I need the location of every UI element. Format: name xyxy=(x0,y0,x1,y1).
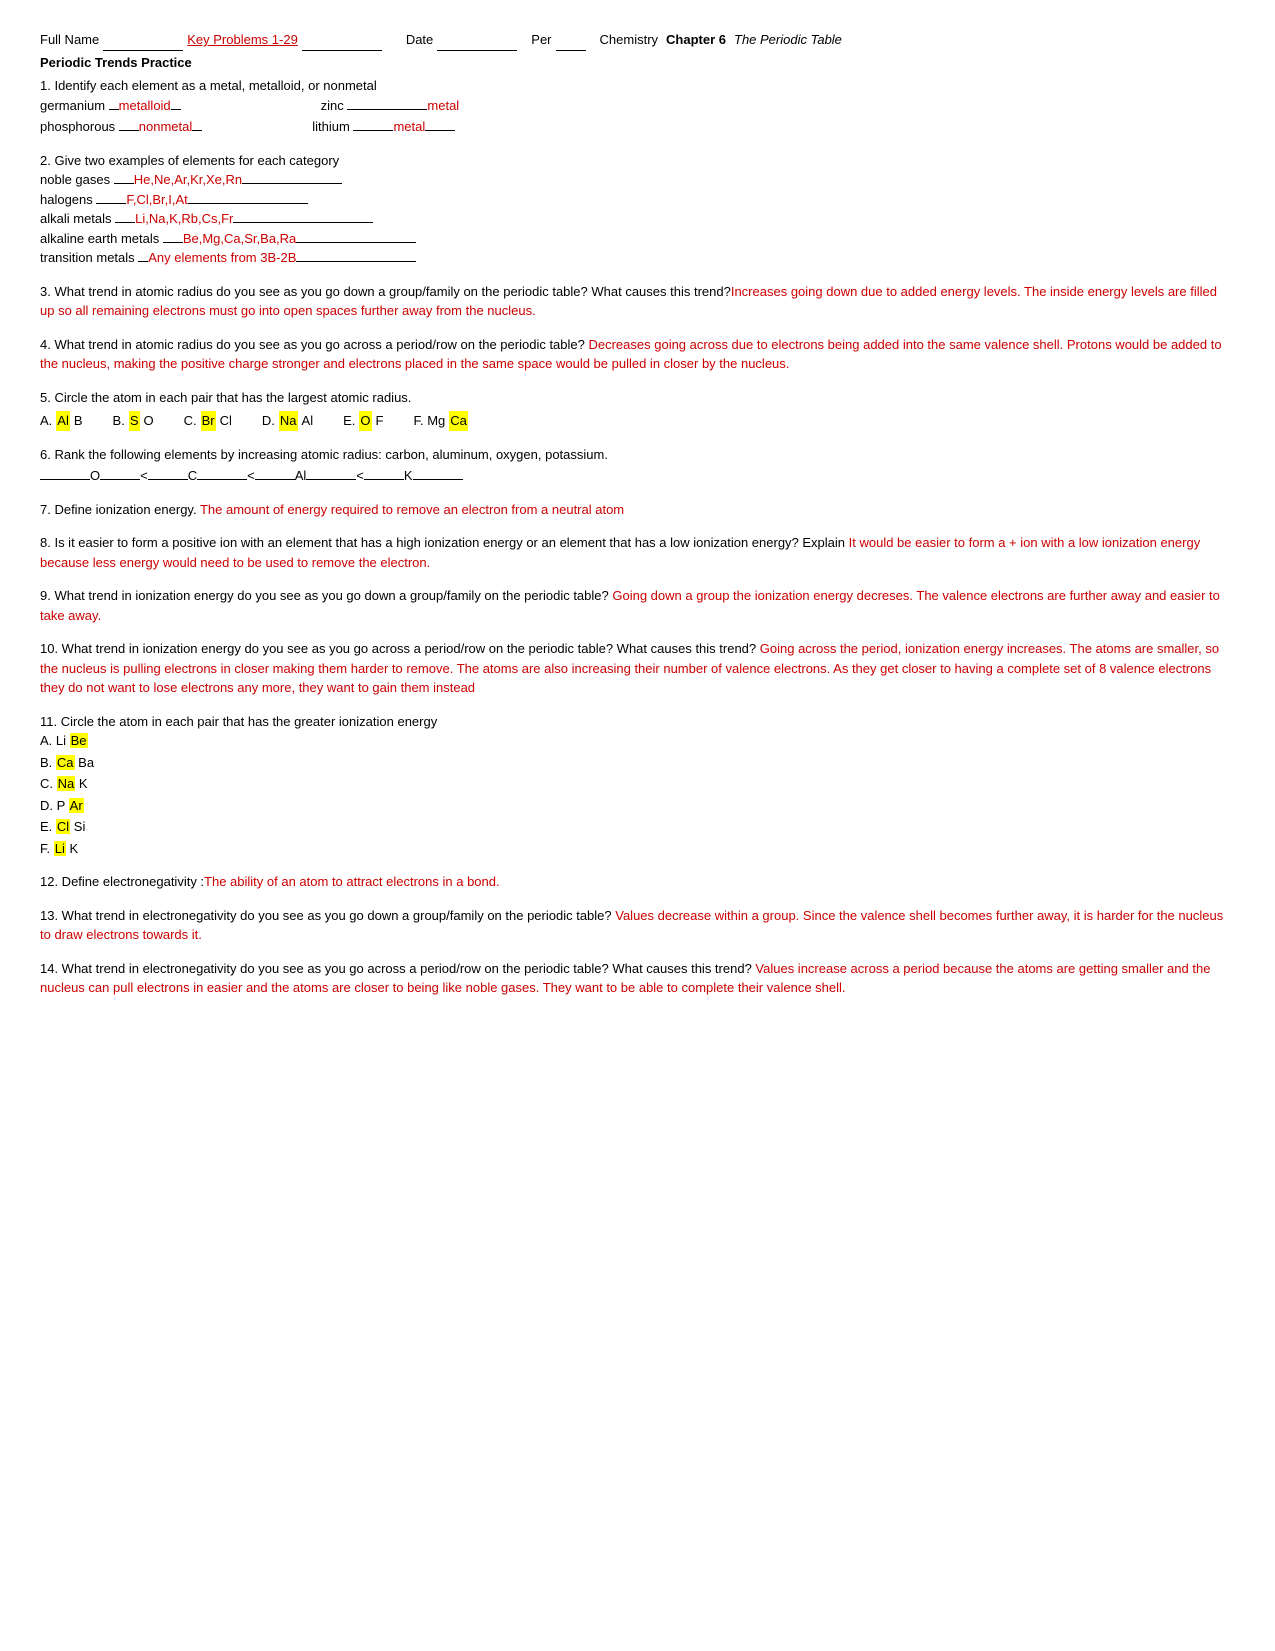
q2-alkaline-earth-metals: alkaline earth metals Be,Mg,Ca,Sr,Ba,Ra xyxy=(40,229,1235,249)
q2-alkali-metals: alkali metals Li,Na,K,Rb,Cs,Fr xyxy=(40,209,1235,229)
question-14: 14. What trend in electronegativity do y… xyxy=(40,959,1235,998)
q1-lithium: lithium metal xyxy=(312,117,455,137)
q5-option-a: A. Al B xyxy=(40,411,83,431)
per-label: Per xyxy=(531,30,551,50)
q5-text: 5. Circle the atom in each pair that has… xyxy=(40,388,1235,408)
q2-noble-gases: noble gases He,Ne,Ar,Kr,Xe,Rn xyxy=(40,170,1235,190)
question-3: 3. What trend in atomic radius do you se… xyxy=(40,282,1235,321)
q11-option-c: C. Na K xyxy=(40,774,1235,794)
question-2: 2. Give two examples of elements for eac… xyxy=(40,151,1235,268)
q2-text: 2. Give two examples of elements for eac… xyxy=(40,151,1235,171)
q1-germanium: germanium metalloid xyxy=(40,96,181,116)
header-row: Full Name Key Problems 1-29 Date Per Che… xyxy=(40,30,1235,51)
q5-option-f: F. Mg Ca xyxy=(413,411,467,431)
course-label: Chemistry xyxy=(600,30,659,50)
full-name-label: Full Name xyxy=(40,30,99,50)
q5-option-b: B. S O xyxy=(113,411,154,431)
q12-text: 12. Define electronegativity :The abilit… xyxy=(40,872,1235,892)
q11-option-a: A. Li Be xyxy=(40,731,1235,751)
q13-text: 13. What trend in electronegativity do y… xyxy=(40,906,1235,945)
q5-option-c: C. Br Cl xyxy=(184,411,232,431)
section-title: Periodic Trends Practice xyxy=(40,53,1235,73)
question-1: 1. Identify each element as a metal, met… xyxy=(40,76,1235,137)
q5-option-e: E. O F xyxy=(343,411,383,431)
q14-text: 14. What trend in electronegativity do y… xyxy=(40,959,1235,998)
q6-text: 6. Rank the following elements by increa… xyxy=(40,445,1235,465)
per-blank xyxy=(556,30,586,51)
question-5: 5. Circle the atom in each pair that has… xyxy=(40,388,1235,431)
q5-option-d: D. Na Al xyxy=(262,411,313,431)
full-name-blank xyxy=(103,30,183,51)
date-blank xyxy=(437,30,517,51)
q2-transition-metals: transition metals Any elements from 3B-2… xyxy=(40,248,1235,268)
question-13: 13. What trend in electronegativity do y… xyxy=(40,906,1235,945)
question-6: 6. Rank the following elements by increa… xyxy=(40,445,1235,486)
q1-text: 1. Identify each element as a metal, met… xyxy=(40,76,1235,96)
question-12: 12. Define electronegativity :The abilit… xyxy=(40,872,1235,892)
question-8: 8. Is it easier to form a positive ion w… xyxy=(40,533,1235,572)
q8-text: 8. Is it easier to form a positive ion w… xyxy=(40,533,1235,572)
q11-option-d: D. P Ar xyxy=(40,796,1235,816)
question-11: 11. Circle the atom in each pair that ha… xyxy=(40,712,1235,859)
q11-option-b: B. Ca Ba xyxy=(40,753,1235,773)
q11-text: 11. Circle the atom in each pair that ha… xyxy=(40,712,1235,732)
question-4: 4. What trend in atomic radius do you se… xyxy=(40,335,1235,374)
question-9: 9. What trend in ionization energy do yo… xyxy=(40,586,1235,625)
question-10: 10. What trend in ionization energy do y… xyxy=(40,639,1235,698)
q1-zinc: zinc metal xyxy=(321,96,460,116)
chapter-italic: The Periodic Table xyxy=(734,30,842,50)
q4-text: 4. What trend in atomic radius do you se… xyxy=(40,335,1235,374)
q6-answer: O<C<Al<K xyxy=(40,466,1235,486)
q9-text: 9. What trend in ionization energy do yo… xyxy=(40,586,1235,625)
q7-text: 7. Define ionization energy. The amount … xyxy=(40,500,1235,520)
q2-halogens: halogens F,Cl,Br,I,At xyxy=(40,190,1235,210)
name-value: Key Problems 1-29 xyxy=(187,30,298,50)
q3-text: 3. What trend in atomic radius do you se… xyxy=(40,282,1235,321)
q11-option-e: E. Cl Si xyxy=(40,817,1235,837)
q1-phosphorous: phosphorous nonmetal xyxy=(40,117,202,137)
name-underline xyxy=(302,30,382,51)
q11-option-f: F. Li K xyxy=(40,839,1235,859)
q10-text: 10. What trend in ionization energy do y… xyxy=(40,639,1235,698)
chapter-bold: Chapter 6 xyxy=(666,30,726,50)
question-7: 7. Define ionization energy. The amount … xyxy=(40,500,1235,520)
date-label: Date xyxy=(406,30,433,50)
